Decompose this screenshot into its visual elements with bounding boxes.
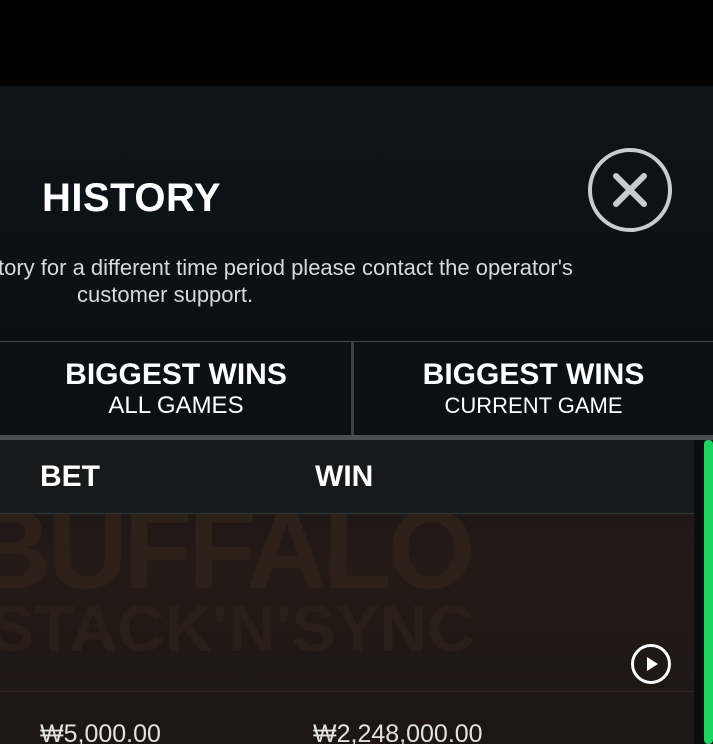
- close-button[interactable]: [588, 148, 672, 232]
- table-header: BET WIN: [0, 440, 694, 514]
- row-divider: [0, 691, 694, 692]
- scrollbar[interactable]: [704, 440, 713, 744]
- win-value: ₩2,248,000.00: [313, 720, 483, 744]
- notice-line-2: customer support.: [77, 282, 254, 307]
- tab-label: BIGGEST WINS: [422, 358, 645, 391]
- tab-bar: BIGGEST WINS ALL GAMES BIGGEST WINS CURR…: [0, 341, 713, 436]
- tab-biggest-wins-all-games[interactable]: BIGGEST WINS ALL GAMES: [0, 342, 352, 436]
- tab-sublabel: CURRENT GAME: [444, 393, 623, 418]
- tab-sublabel: ALL GAMES: [108, 392, 244, 419]
- notice-line-1: tory for a different time period please …: [0, 255, 573, 280]
- close-icon: [613, 173, 647, 207]
- game-background-art: BUFFALO: [0, 487, 475, 612]
- game-background-art-subtitle: STACK'N'SYNC: [0, 591, 475, 665]
- tab-biggest-wins-current-game[interactable]: BIGGEST WINS CURRENT GAME: [354, 342, 713, 436]
- wins-table: BUFFALO STACK'N'SYNC BET WIN ₩5,000.00 ₩…: [0, 440, 694, 744]
- replay-button[interactable]: [631, 644, 671, 684]
- column-header-bet: BET: [40, 460, 100, 493]
- tab-label: BIGGEST WINS: [65, 358, 287, 391]
- history-panel: HISTORY tory for a different time period…: [0, 86, 713, 744]
- bet-value: ₩5,000.00: [40, 720, 161, 744]
- column-header-win: WIN: [315, 460, 374, 493]
- top-bar: [0, 0, 713, 86]
- page-title: HISTORY: [42, 176, 222, 220]
- play-icon: [647, 657, 658, 671]
